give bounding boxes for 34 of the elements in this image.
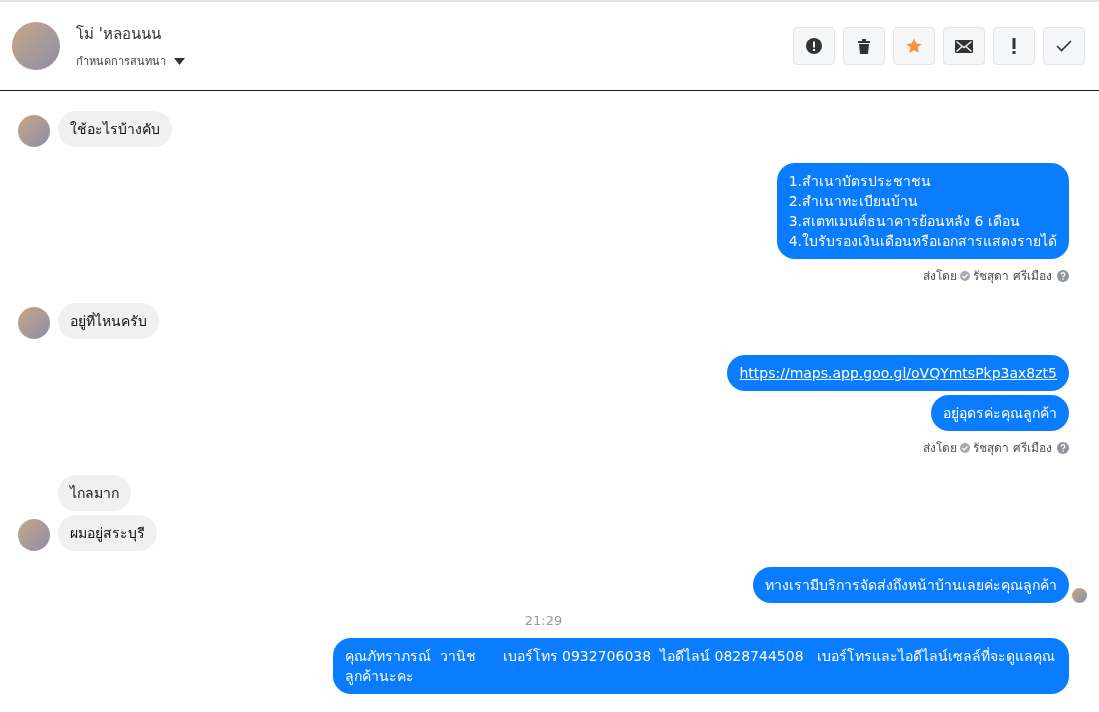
- message-bubble: ไกลมาก: [58, 475, 131, 511]
- sender-name: รัชสุดา ศรีเมือง: [973, 268, 1052, 285]
- caret-icon[interactable]: [174, 57, 185, 65]
- mail-button[interactable]: [943, 27, 985, 65]
- flag-button[interactable]: [993, 27, 1035, 65]
- check-circle-icon: [960, 270, 971, 281]
- done-button[interactable]: [1043, 27, 1085, 65]
- message-bubble: ทางเรามีบริการจัดส่งถึงหน้าบ้านเลยค่ะคุณลูกค้า: [753, 567, 1069, 603]
- exclamation-icon: [1012, 38, 1016, 54]
- help-icon[interactable]: [1057, 441, 1069, 454]
- message-bubble: ผมอยู่สระบุรี: [58, 515, 157, 551]
- sent-by-label: ส่งโดย: [923, 440, 958, 457]
- map-link[interactable]: https://maps.app.goo.gl/oVQYmtsPkp3ax8zt5: [739, 365, 1057, 381]
- check-circle-icon: [960, 442, 971, 453]
- alert-icon: [806, 38, 822, 54]
- message-bubble: คุณภัทราภรณ์ วานิช เบอร์โทร 0932706038 ไอดีไลน์ 0828744508 เบอร์โทรและไอดีไลน์เซลล์ที่จะดูแลคุณลูกค้านะคะ: [333, 638, 1069, 694]
- sender-name: รัชสุดา ศรีเมือง: [973, 440, 1052, 457]
- message-bubble: ใช้อะไรบ้างคับ: [58, 111, 172, 147]
- message-bubble: อยู่ที่ไหนครับ: [58, 303, 159, 339]
- check-icon: [1056, 40, 1072, 52]
- conversation-settings-label[interactable]: กำหนดการสนทนา: [76, 52, 166, 70]
- help-icon[interactable]: [1057, 269, 1069, 282]
- mail-icon: [955, 39, 973, 53]
- message-bubble: 1.สำเนาบัตรประชาชน 2.สำเนาทะเบียนบ้าน 3.สเตทเมนต์ธนาคารย้อนหลัง 6 เดือน 4.ใบรับรองเงินเดือนหรือเอกสารแสดงรายได้: [776, 163, 1069, 259]
- delete-button[interactable]: [843, 27, 885, 65]
- contact-name: โม่ 'หลอนนน: [76, 24, 162, 45]
- star-button[interactable]: [893, 27, 935, 65]
- timestamp: 21:29: [524, 613, 563, 628]
- message-bubble: อยู่อุดรค่ะคุณลูกค้า: [931, 395, 1069, 431]
- alert-button[interactable]: [793, 27, 835, 65]
- sent-by-label: ส่งโดย: [923, 268, 958, 285]
- avatar: [12, 22, 60, 70]
- star-icon: [906, 38, 922, 54]
- trash-icon: [857, 38, 871, 54]
